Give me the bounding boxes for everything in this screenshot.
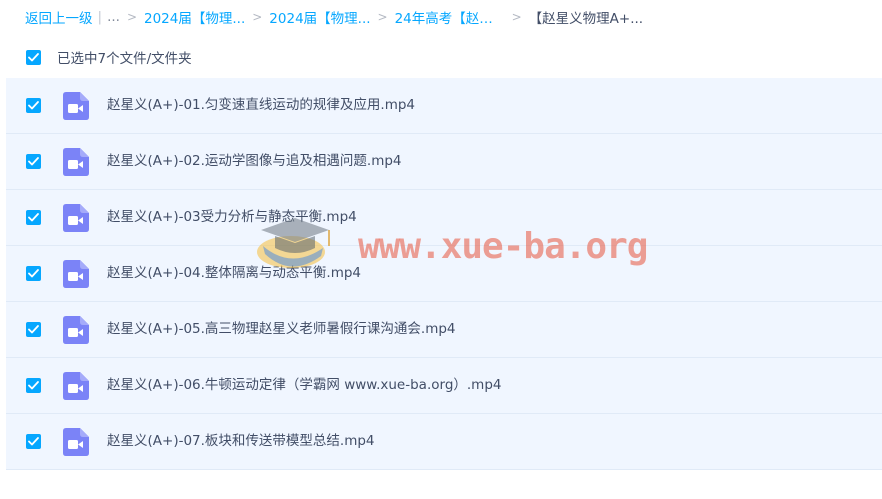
file-checkbox[interactable] [26,378,41,393]
file-name[interactable]: 赵星义(A+)-06.牛顿运动定律（学霸网 www.xue-ba.org）.mp… [107,358,502,413]
selection-count-label: 已选中7个文件/文件夹 [57,51,192,67]
file-checkbox[interactable] [26,322,41,337]
file-name[interactable]: 赵星义(A+)-01.匀变速直线运动的规律及应用.mp4 [107,78,415,133]
chevron-right-icon: > [377,10,388,24]
breadcrumb-item[interactable]: 2024届【物理... [144,7,245,27]
chevron-right-icon: > [252,10,263,24]
breadcrumb-ellipsis[interactable]: ... [107,9,120,25]
file-name[interactable]: 赵星义(A+)-05.高三物理赵星义老师暑假行课沟通会.mp4 [107,302,456,357]
file-checkbox[interactable] [26,210,41,225]
file-row[interactable]: 赵星义(A+)-07.板块和传送带模型总结.mp4 [6,414,882,470]
video-file-icon [63,372,89,400]
check-icon [28,325,39,334]
file-name[interactable]: 赵星义(A+)-03受力分析与静态平衡.mp4 [107,190,357,245]
select-all-checkbox[interactable] [26,49,41,65]
chevron-right-icon: > [511,10,522,24]
check-icon [28,157,39,166]
file-checkbox[interactable] [26,98,41,113]
video-file-icon [63,316,89,344]
check-icon [28,437,39,446]
file-row[interactable]: 赵星义(A+)-03受力分析与静态平衡.mp4 [6,190,882,246]
check-icon [28,269,39,278]
file-row[interactable]: 赵星义(A+)-05.高三物理赵星义老师暑假行课沟通会.mp4 [6,302,882,358]
breadcrumb-current: 【赵星义物理A+... [528,11,644,27]
breadcrumb-item[interactable]: 24年高考【赵星... [395,7,505,27]
file-row[interactable]: 赵星义(A+)-02.运动学图像与追及相遇问题.mp4 [6,134,882,190]
check-icon [28,52,39,61]
breadcrumb-divider: | [97,9,103,25]
breadcrumb-item[interactable]: 2024届【物理... [269,7,370,27]
back-link[interactable]: 返回上一级 [25,7,93,27]
check-icon [28,213,39,222]
file-name[interactable]: 赵星义(A+)-07.板块和传送带模型总结.mp4 [107,414,375,469]
file-checkbox[interactable] [26,154,41,169]
file-list: 赵星义(A+)-01.匀变速直线运动的规律及应用.mp4 赵星义(A+)-02.运… [6,78,882,470]
check-icon [28,381,39,390]
file-browser: 返回上一级 | ... > 2024届【物理... > 2024届【物理... … [0,0,882,499]
video-file-icon [63,148,89,176]
file-row[interactable]: 赵星义(A+)-06.牛顿运动定律（学霸网 www.xue-ba.org）.mp… [6,358,882,414]
file-checkbox[interactable] [26,434,41,449]
video-file-icon [63,260,89,288]
breadcrumb: 返回上一级 | ... > 2024届【物理... > 2024届【物理... … [25,6,643,28]
file-row[interactable]: 赵星义(A+)-04.整体隔离与动态平衡.mp4 [6,246,882,302]
file-name[interactable]: 赵星义(A+)-02.运动学图像与追及相遇问题.mp4 [107,134,402,189]
check-icon [28,101,39,110]
file-row[interactable]: 赵星义(A+)-01.匀变速直线运动的规律及应用.mp4 [6,78,882,134]
video-file-icon [63,428,89,456]
video-file-icon [63,204,89,232]
file-name[interactable]: 赵星义(A+)-04.整体隔离与动态平衡.mp4 [107,246,361,301]
select-all-bar: 已选中7个文件/文件夹 [26,48,192,67]
file-checkbox[interactable] [26,266,41,281]
chevron-right-icon: > [126,10,137,24]
video-file-icon [63,92,89,120]
